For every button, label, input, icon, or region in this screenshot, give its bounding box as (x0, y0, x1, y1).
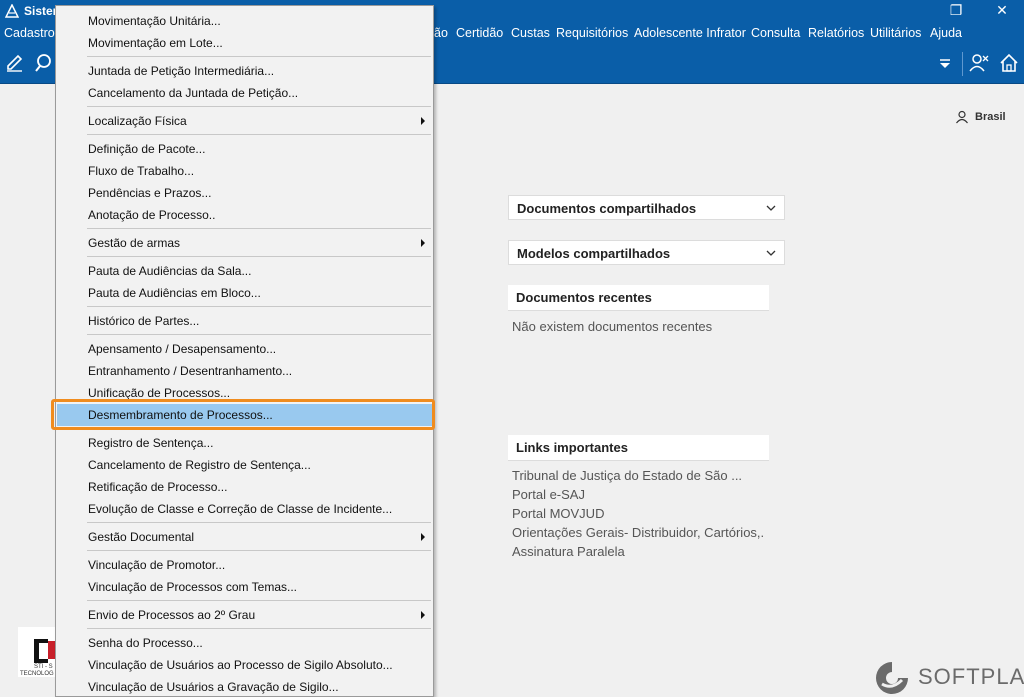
menu-separator (87, 628, 431, 629)
close-button[interactable]: ✕ (982, 0, 1022, 22)
shared-documents-title: Documentos compartilhados (517, 201, 697, 216)
menu-item-movimentacao-lote[interactable]: Movimentação em Lote... (57, 32, 433, 54)
user-icon (956, 110, 968, 124)
menu-item-retificacao-processo[interactable]: Retificação de Processo... (57, 476, 433, 498)
menu-item-juntada-peticao[interactable]: Juntada de Petição Intermediária... (57, 60, 433, 82)
shared-models-panel[interactable]: Modelos compartilhados (508, 240, 785, 265)
no-recent-documents-text: Não existem documentos recentes (512, 319, 713, 334)
menu-custas[interactable]: Custas (511, 26, 550, 40)
region-selector[interactable]: Brasil (955, 110, 1006, 124)
users-icon[interactable] (968, 52, 990, 74)
menu-separator (87, 56, 431, 57)
menu-separator (87, 522, 431, 523)
shared-models-title: Modelos compartilhados (517, 246, 671, 261)
menu-certidao[interactable]: Certidão (456, 26, 503, 40)
menu-item-gravacao-sigilo[interactable]: Vinculação de Usuários a Gravação de Sig… (57, 676, 433, 697)
menu-item-movimentacao-unitaria[interactable]: Movimentação Unitária... (57, 10, 433, 32)
chevron-down-icon (766, 250, 776, 256)
sti-logo: STI - S TECNOLOG (18, 627, 58, 677)
link-tribunal[interactable]: Tribunal de Justiça do Estado de São ... (512, 468, 764, 487)
dropdown-menu: Movimentação Unitária... Movimentação em… (55, 5, 434, 697)
menu-item-pendencias-prazos[interactable]: Pendências e Prazos... (57, 182, 433, 204)
menu-utilitarios[interactable]: Utilitários (870, 26, 921, 40)
restore-button[interactable]: ❐ (936, 0, 976, 22)
chevron-down-icon (766, 205, 776, 211)
menu-item-historico-partes[interactable]: Histórico de Partes... (57, 310, 433, 332)
menu-item-anotacao-processo[interactable]: Anotação de Processo.. (57, 204, 433, 226)
softplan-mark-icon (876, 662, 908, 694)
logo-text-line1: STI - S (34, 664, 53, 670)
edit-icon[interactable] (4, 52, 26, 74)
menu-relatorios[interactable]: Relatórios (808, 26, 864, 40)
menu-item-cancelamento-juntada[interactable]: Cancelamento da Juntada de Petição... (57, 82, 433, 104)
recent-documents-header: Documentos recentes (508, 285, 769, 311)
menu-item-vinculacao-promotor[interactable]: Vinculação de Promotor... (57, 554, 433, 576)
submenu-arrow-icon (421, 239, 425, 247)
menu-separator (87, 306, 431, 307)
menu-separator (87, 600, 431, 601)
logo-text-line2: TECNOLOG (20, 671, 54, 677)
app-logo-icon (5, 4, 19, 18)
search-document-icon[interactable] (34, 52, 56, 74)
menu-movimentacao[interactable]: ão (434, 26, 448, 40)
menu-item-apensamento[interactable]: Apensamento / Desapensamento... (57, 338, 433, 360)
highlight-callout (51, 399, 435, 430)
menu-separator (87, 228, 431, 229)
link-assinatura-paralela[interactable]: Assinatura Paralela (512, 544, 764, 563)
menu-item-registro-sentenca[interactable]: Registro de Sentença... (57, 432, 433, 454)
menu-item-gestao-armas[interactable]: Gestão de armas (57, 232, 433, 254)
menu-item-vinculacao-temas[interactable]: Vinculação de Processos com Temas... (57, 576, 433, 598)
submenu-arrow-icon (421, 117, 425, 125)
home-icon[interactable] (998, 52, 1020, 74)
softplan-brand: SOFTPLAN (918, 664, 1024, 689)
link-orientacoes-gerais[interactable]: Orientações Gerais- Distribuidor, Cartór… (512, 525, 764, 544)
submenu-arrow-icon (421, 611, 425, 619)
dropdown-arrow-icon[interactable] (934, 52, 956, 74)
menu-item-fluxo-trabalho[interactable]: Fluxo de Trabalho... (57, 160, 433, 182)
menu-item-gestao-documental[interactable]: Gestão Documental (57, 526, 433, 548)
menu-ajuda[interactable]: Ajuda (930, 26, 962, 40)
menu-item-entranhamento[interactable]: Entranhamento / Desentranhamento... (57, 360, 433, 382)
menu-item-definicao-pacote[interactable]: Definição de Pacote... (57, 138, 433, 160)
menu-item-localizacao-fisica[interactable]: Localização Física (57, 110, 433, 132)
menu-item-senha-processo[interactable]: Senha do Processo... (57, 632, 433, 654)
menu-item-evolucao-classe[interactable]: Evolução de Classe e Correção de Classe … (57, 498, 433, 520)
region-label: Brasil (975, 110, 1006, 123)
submenu-arrow-icon (421, 533, 425, 541)
link-portal-esaj[interactable]: Portal e-SAJ (512, 487, 764, 506)
menu-adolescente-infrator[interactable]: Adolescente Infrator (634, 26, 746, 40)
important-links-list: Tribunal de Justiça do Estado de São ...… (512, 468, 764, 563)
menu-separator (87, 334, 431, 335)
menu-separator (87, 256, 431, 257)
menu-requisitorios[interactable]: Requisitórios (556, 26, 628, 40)
important-links-header: Links importantes (508, 435, 769, 461)
menu-item-pauta-audiencias-bloco[interactable]: Pauta de Audiências em Bloco... (57, 282, 433, 304)
menu-item-envio-segundo-grau[interactable]: Envio de Processos ao 2º Grau (57, 604, 433, 626)
shared-documents-panel[interactable]: Documentos compartilhados (508, 195, 785, 220)
menu-item-cancelamento-registro-sentenca[interactable]: Cancelamento de Registro de Sentença... (57, 454, 433, 476)
menu-item-sigilo-absoluto[interactable]: Vinculação de Usuários ao Processo de Si… (57, 654, 433, 676)
menu-separator (87, 550, 431, 551)
menu-consulta[interactable]: Consulta (751, 26, 800, 40)
softplan-logo: SOFTPLAN (874, 660, 1024, 696)
toolbar-separator (962, 52, 963, 76)
menu-cadastro[interactable]: Cadastro (4, 26, 55, 40)
menu-separator (87, 106, 431, 107)
link-portal-movjud[interactable]: Portal MOVJUD (512, 506, 764, 525)
menu-separator (87, 134, 431, 135)
menu-item-pauta-audiencias-sala[interactable]: Pauta de Audiências da Sala... (57, 260, 433, 282)
